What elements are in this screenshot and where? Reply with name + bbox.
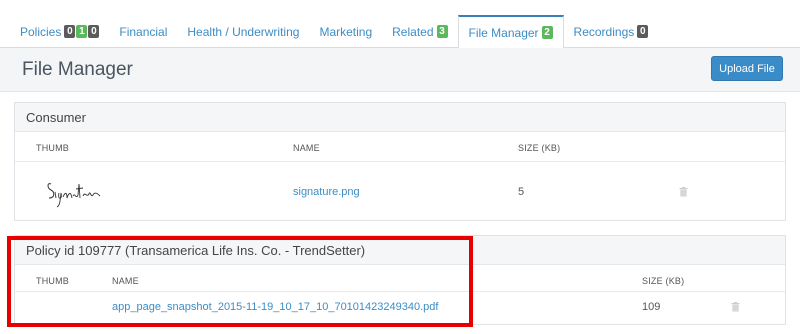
policies-badge-2: 0 [88,25,100,38]
tab-health-underwriting[interactable]: Health / Underwriting [177,15,309,48]
consumer-file-size: 5 [518,186,525,198]
consumer-col-name: NAME [293,143,320,153]
consumer-file-name-link[interactable]: signature.png [293,186,360,198]
tab-list: Policies 0 1 0 Financial Health / Underw… [10,15,659,49]
related-count-badge: 3 [436,25,448,38]
consumer-row-divider [15,161,785,162]
tab-recordings-label: Recordings [573,24,635,39]
policy-delete-trash-icon[interactable] [731,302,740,312]
policy-col-size: SIZE (KB) [642,276,685,286]
tab-marketing-label: Marketing [319,24,373,39]
tab-file-manager[interactable]: File Manager 2 [457,15,564,49]
tab-recordings[interactable]: Recordings 0 [564,15,659,48]
page-title: File Manager [22,59,133,80]
consumer-col-thumb: THUMB [36,143,69,153]
tab-bar: Policies 0 1 0 Financial Health / Underw… [0,0,800,49]
tab-policies[interactable]: Policies 0 1 0 [10,15,109,48]
consumer-panel: Consumer THUMB NAME SIZE (KB) signature.… [14,102,786,221]
tab-marketing[interactable]: Marketing [309,15,382,48]
policies-badges: 0 1 0 [64,25,100,38]
policies-badge-0: 0 [64,25,76,38]
page-header: File Manager [0,48,800,92]
tab-file-manager-label: File Manager [468,25,539,40]
tab-financial-label: Financial [119,24,168,39]
tab-policies-label: Policies [20,24,62,39]
consumer-col-size: SIZE (KB) [518,143,561,153]
tab-financial[interactable]: Financial [109,15,177,48]
tab-related[interactable]: Related 3 [382,15,457,48]
consumer-delete-trash-icon[interactable] [679,187,688,197]
signature-thumbnail[interactable] [45,176,103,208]
highlight-annotation-box [7,236,473,327]
recordings-count-badge: 0 [637,25,649,38]
tab-health-label: Health / Underwriting [187,24,300,39]
file-manager-count-badge: 2 [541,26,553,39]
policies-badge-1: 1 [76,25,88,38]
policy-file-size: 109 [642,301,661,313]
consumer-panel-title: Consumer [15,103,785,132]
tab-related-label: Related [392,24,434,39]
upload-file-button[interactable]: Upload File [711,56,783,81]
